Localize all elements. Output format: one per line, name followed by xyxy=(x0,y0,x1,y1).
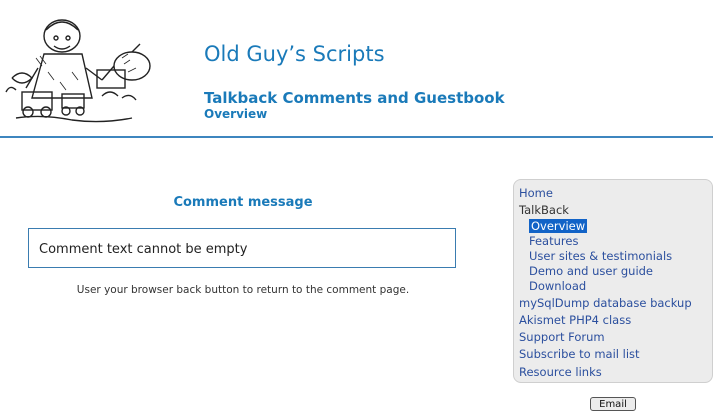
header-divider xyxy=(0,136,713,138)
sidebar-item-akismet[interactable]: Akismet PHP4 class xyxy=(519,313,631,327)
sidebar-item-support-forum[interactable]: Support Forum xyxy=(519,330,605,344)
section-title: Talkback Comments and Guestbook xyxy=(204,89,505,107)
sidebar-item-user-sites[interactable]: User sites & testimonials xyxy=(529,249,672,263)
sidebar-item-overview[interactable]: Overview xyxy=(529,219,588,233)
sidebar-item-demo[interactable]: Demo and user guide xyxy=(529,264,653,278)
sidebar-item-talkback[interactable]: TalkBack xyxy=(519,203,569,217)
sidebar-item-subscribe[interactable]: Subscribe to mail list xyxy=(519,347,640,361)
email-button[interactable]: Email xyxy=(590,397,636,411)
sidebar-item-download[interactable]: Download xyxy=(529,279,586,293)
error-text: Comment text cannot be empty xyxy=(39,242,248,257)
sidebar-item-home[interactable]: Home xyxy=(519,186,553,200)
site-logo xyxy=(5,19,151,123)
sidebar-nav: Home TalkBack Overview Features User sit… xyxy=(513,179,713,383)
page-subtitle: Overview xyxy=(204,107,268,121)
back-hint: User your browser back button to return … xyxy=(76,284,410,296)
sidebar-item-resource-links[interactable]: Resource links xyxy=(519,365,602,379)
message-heading: Comment message xyxy=(173,195,313,210)
error-message-box: Comment text cannot be empty xyxy=(28,228,456,268)
sidebar-item-mysqldump[interactable]: mySqlDump database backup xyxy=(519,296,692,310)
site-title: Old Guy’s Scripts xyxy=(204,42,385,66)
sidebar-item-features[interactable]: Features xyxy=(529,234,578,248)
